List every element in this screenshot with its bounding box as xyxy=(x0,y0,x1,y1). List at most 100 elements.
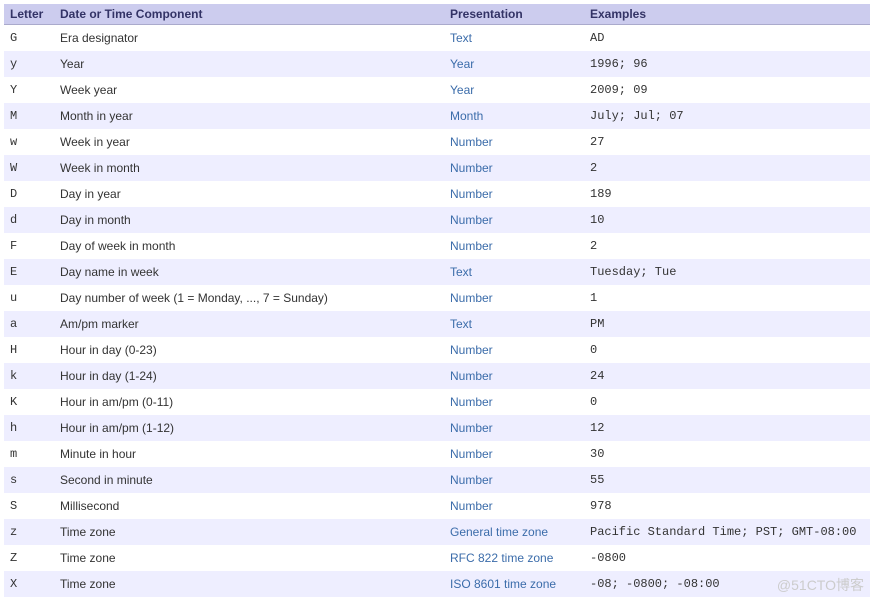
cell-presentation: Number xyxy=(444,181,584,207)
cell-presentation: Month xyxy=(444,103,584,129)
cell-letter: k xyxy=(4,363,54,389)
cell-examples: July; Jul; 07 xyxy=(584,103,870,129)
cell-letter: a xyxy=(4,311,54,337)
presentation-link[interactable]: Text xyxy=(450,265,472,279)
cell-letter: s xyxy=(4,467,54,493)
header-presentation: Presentation xyxy=(444,4,584,25)
table-row: dDay in monthNumber10 xyxy=(4,207,870,233)
cell-component: Time zone xyxy=(54,571,444,597)
table-row: MMonth in yearMonthJuly; Jul; 07 xyxy=(4,103,870,129)
presentation-link[interactable]: Number xyxy=(450,291,493,305)
cell-component: Millisecond xyxy=(54,493,444,519)
cell-component: Hour in day (1-24) xyxy=(54,363,444,389)
cell-examples: 2009; 09 xyxy=(584,77,870,103)
presentation-link[interactable]: Number xyxy=(450,343,493,357)
cell-component: Second in minute xyxy=(54,467,444,493)
presentation-link[interactable]: Number xyxy=(450,161,493,175)
table-row: kHour in day (1-24) Number 24 xyxy=(4,363,870,389)
presentation-link[interactable]: Number xyxy=(450,499,493,513)
cell-examples: 30 xyxy=(584,441,870,467)
cell-letter: G xyxy=(4,25,54,52)
cell-component: Day of week in month xyxy=(54,233,444,259)
table-row: hHour in am/pm (1-12)Number12 xyxy=(4,415,870,441)
cell-letter: X xyxy=(4,571,54,597)
table-row: WWeek in month Number 2 xyxy=(4,155,870,181)
cell-letter: m xyxy=(4,441,54,467)
presentation-link[interactable]: Number xyxy=(450,213,493,227)
cell-letter: D xyxy=(4,181,54,207)
cell-examples: -0800 xyxy=(584,545,870,571)
cell-presentation: Number xyxy=(444,363,584,389)
presentation-link[interactable]: Month xyxy=(450,109,483,123)
cell-presentation: RFC 822 time zone xyxy=(444,545,584,571)
cell-presentation: Number xyxy=(444,389,584,415)
cell-component: Time zone xyxy=(54,545,444,571)
cell-examples: 2 xyxy=(584,233,870,259)
cell-letter: h xyxy=(4,415,54,441)
cell-examples: 1996; 96 xyxy=(584,51,870,77)
cell-presentation: Number xyxy=(444,337,584,363)
cell-component: Hour in am/pm (1-12) xyxy=(54,415,444,441)
header-letter: Letter xyxy=(4,4,54,25)
cell-component: Week in month xyxy=(54,155,444,181)
date-format-table: Letter Date or Time Component Presentati… xyxy=(4,4,870,597)
presentation-link[interactable]: Text xyxy=(450,31,472,45)
cell-examples: 2 xyxy=(584,155,870,181)
presentation-link[interactable]: Number xyxy=(450,473,493,487)
cell-examples: PM xyxy=(584,311,870,337)
cell-letter: H xyxy=(4,337,54,363)
cell-letter: y xyxy=(4,51,54,77)
presentation-link[interactable]: Number xyxy=(450,369,493,383)
cell-component: Hour in am/pm (0-11) xyxy=(54,389,444,415)
cell-component: Day in year xyxy=(54,181,444,207)
table-row: YWeek yearYear2009; 09 xyxy=(4,77,870,103)
cell-letter: d xyxy=(4,207,54,233)
presentation-link[interactable]: Number xyxy=(450,447,493,461)
presentation-link[interactable]: Number xyxy=(450,395,493,409)
presentation-link[interactable]: Number xyxy=(450,187,493,201)
table-row: sSecond in minuteNumber55 xyxy=(4,467,870,493)
cell-presentation: General time zone xyxy=(444,519,584,545)
cell-component: Week year xyxy=(54,77,444,103)
table-row: FDay of week in month Number 2 xyxy=(4,233,870,259)
cell-examples: 0 xyxy=(584,337,870,363)
cell-letter: W xyxy=(4,155,54,181)
table-row: aAm/pm markerTextPM xyxy=(4,311,870,337)
table-row: EDay name in weekTextTuesday; Tue xyxy=(4,259,870,285)
cell-examples: 978 xyxy=(584,493,870,519)
cell-component: Year xyxy=(54,51,444,77)
cell-examples: 24 xyxy=(584,363,870,389)
presentation-link[interactable]: ISO 8601 time zone xyxy=(450,577,556,591)
table-row: wWeek in yearNumber27 xyxy=(4,129,870,155)
cell-presentation: Number xyxy=(444,285,584,311)
presentation-link[interactable]: Number xyxy=(450,135,493,149)
cell-letter: E xyxy=(4,259,54,285)
cell-component: Day in month xyxy=(54,207,444,233)
header-component: Date or Time Component xyxy=(54,4,444,25)
table-row: SMillisecond Number 978 xyxy=(4,493,870,519)
cell-examples: 1 xyxy=(584,285,870,311)
table-row: mMinute in hour Number 30 xyxy=(4,441,870,467)
cell-component: Hour in day (0-23) xyxy=(54,337,444,363)
presentation-link[interactable]: General time zone xyxy=(450,525,548,539)
table-header-row: Letter Date or Time Component Presentati… xyxy=(4,4,870,25)
cell-component: Day name in week xyxy=(54,259,444,285)
cell-letter: K xyxy=(4,389,54,415)
cell-presentation: Number xyxy=(444,207,584,233)
presentation-link[interactable]: Number xyxy=(450,239,493,253)
cell-presentation: Text xyxy=(444,311,584,337)
cell-component: Time zone xyxy=(54,519,444,545)
cell-letter: S xyxy=(4,493,54,519)
table-row: XTime zoneISO 8601 time zone-08; -0800; … xyxy=(4,571,870,597)
cell-presentation: Year xyxy=(444,77,584,103)
cell-component: Era designator xyxy=(54,25,444,52)
table-row: uDay number of week (1 = Monday, ..., 7 … xyxy=(4,285,870,311)
presentation-link[interactable]: Text xyxy=(450,317,472,331)
presentation-link[interactable]: Number xyxy=(450,421,493,435)
presentation-link[interactable]: Year xyxy=(450,57,474,71)
presentation-link[interactable]: RFC 822 time zone xyxy=(450,551,553,565)
cell-letter: w xyxy=(4,129,54,155)
presentation-link[interactable]: Year xyxy=(450,83,474,97)
cell-component: Minute in hour xyxy=(54,441,444,467)
cell-letter: F xyxy=(4,233,54,259)
